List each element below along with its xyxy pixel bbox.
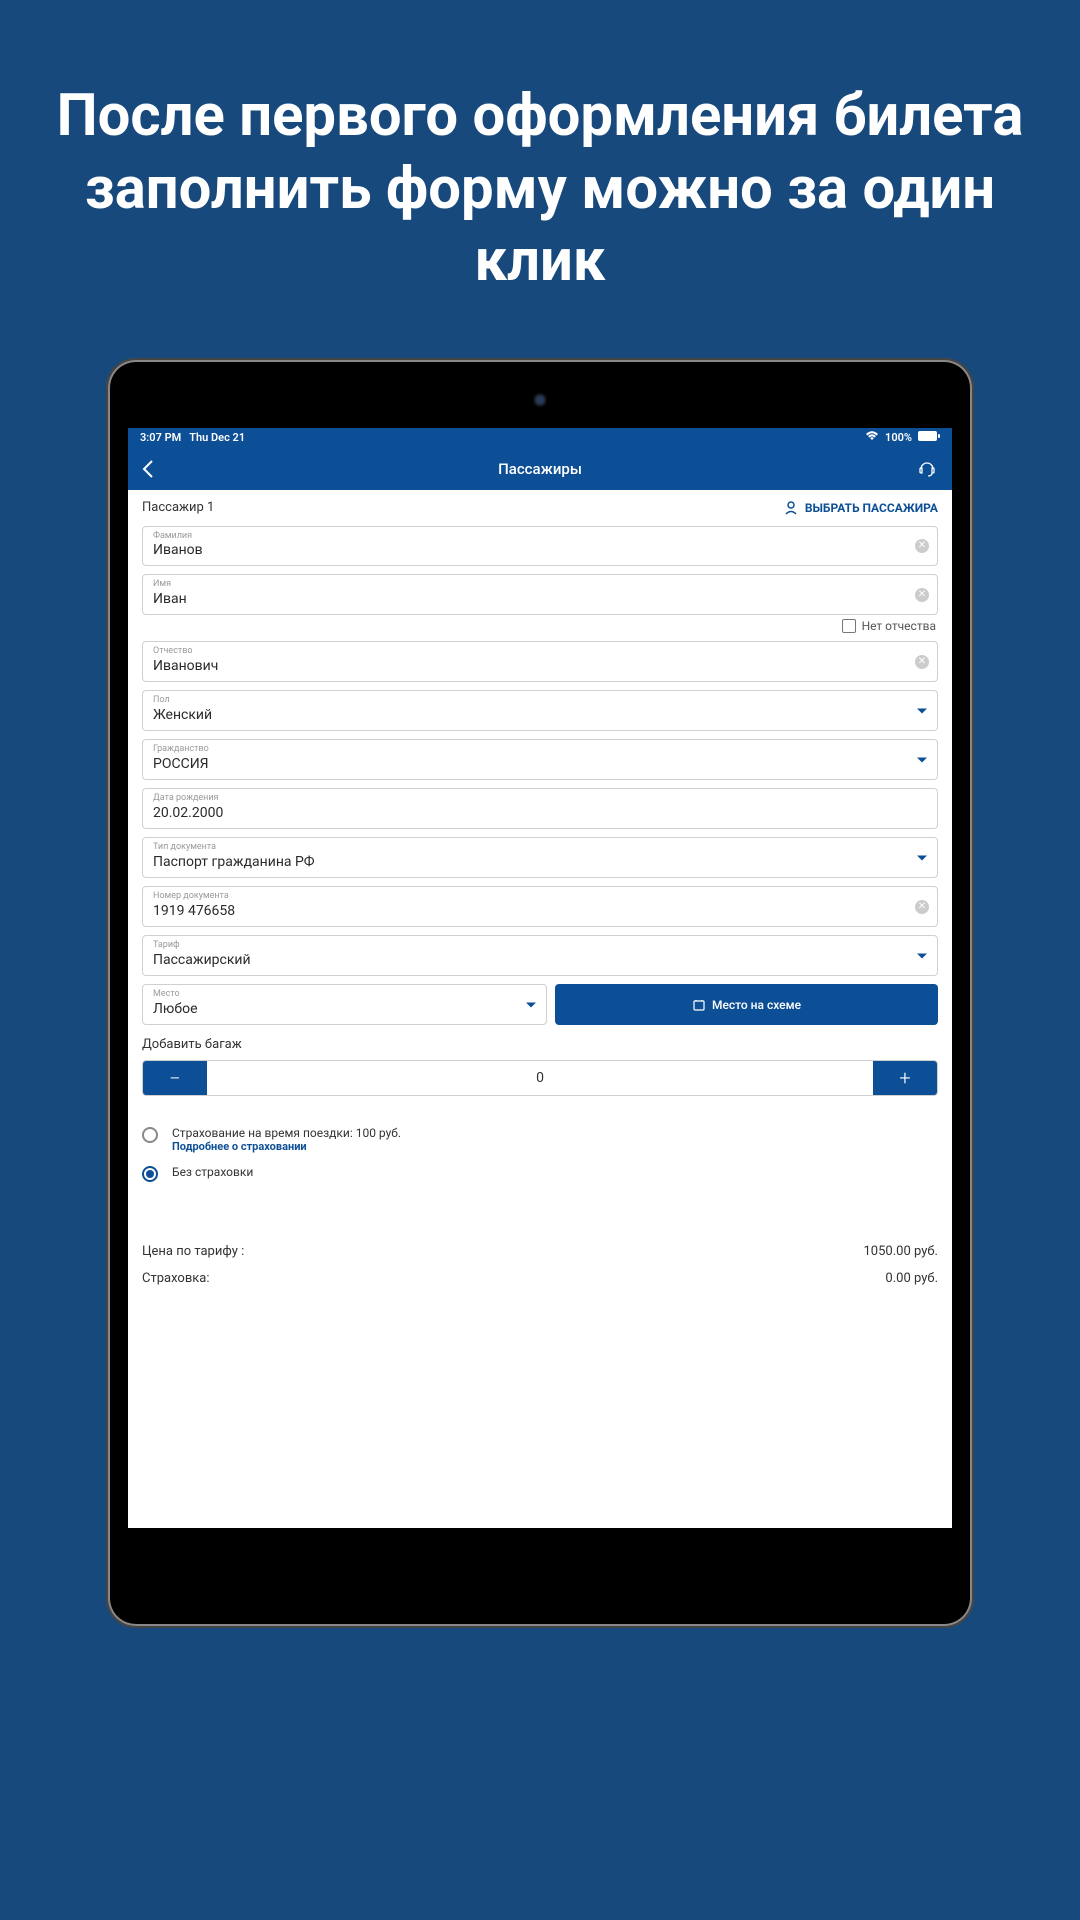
- tariff-price-label: Цена по тарифу :: [142, 1244, 244, 1259]
- surname-label: Фамилия: [153, 531, 927, 542]
- battery-percent: 100%: [885, 431, 912, 444]
- seat-value: Любое: [153, 1000, 536, 1018]
- insurance-with-content: Страхование на время поездки: 100 руб. П…: [172, 1126, 401, 1153]
- tariff-value: Пассажирский: [153, 951, 927, 969]
- patronymic-field[interactable]: Отчество Иванович ✕: [142, 641, 938, 682]
- citizenship-value: РОССИЯ: [153, 755, 927, 773]
- stepper-value: 0: [207, 1061, 873, 1095]
- passenger-label: Пассажир 1: [142, 500, 214, 515]
- navbar: Пассажиры: [128, 448, 952, 490]
- doctype-value: Паспорт гражданина РФ: [153, 853, 927, 871]
- no-patronymic-checkbox[interactable]: [842, 619, 856, 633]
- luggage-label: Добавить багаж: [142, 1037, 938, 1052]
- stepper-plus-button[interactable]: +: [873, 1061, 937, 1095]
- docnum-value: 1919 476658: [153, 902, 927, 920]
- select-passenger-button[interactable]: ВЫБРАТЬ ПАССАЖИРА: [783, 500, 938, 516]
- clear-icon[interactable]: ✕: [915, 539, 929, 553]
- clear-icon[interactable]: ✕: [915, 588, 929, 602]
- insurance-info-link[interactable]: Подробнее о страховании: [172, 1140, 401, 1153]
- seat-row: Место Любое Место на схеме: [142, 984, 938, 1025]
- section-header: Пассажир 1 ВЫБРАТЬ ПАССАЖИРА: [128, 490, 952, 526]
- support-icon[interactable]: [918, 459, 938, 479]
- tablet-frame: 3:07 PM Thu Dec 21 100% Пассажиры: [106, 358, 974, 1628]
- clear-icon[interactable]: ✕: [915, 655, 929, 669]
- tariff-price-row: Цена по тарифу : 1050.00 руб.: [142, 1238, 938, 1265]
- battery-icon: [918, 431, 940, 444]
- name-label: Имя: [153, 579, 927, 590]
- gender-value: Женский: [153, 706, 927, 724]
- tariff-price-value: 1050.00 руб.: [864, 1244, 939, 1259]
- chevron-down-icon: [917, 953, 927, 958]
- tariff-label: Тариф: [153, 940, 927, 951]
- form: Фамилия Иванов ✕ Имя Иван ✕ Нет отчества…: [128, 526, 952, 1293]
- insurance-with-option[interactable]: Страхование на время поездки: 100 руб. П…: [142, 1120, 938, 1159]
- seat-button-label: Место на схеме: [712, 998, 801, 1012]
- docnum-label: Номер документа: [153, 891, 927, 902]
- doctype-field[interactable]: Тип документа Паспорт гражданина РФ: [142, 837, 938, 878]
- chevron-down-icon: [917, 757, 927, 762]
- person-icon: [783, 500, 799, 516]
- surname-value: Иванов: [153, 541, 927, 559]
- select-passenger-label: ВЫБРАТЬ ПАССАЖИРА: [805, 501, 938, 515]
- insurance-without-label: Без страховки: [172, 1165, 253, 1179]
- insurance-with-label: Страхование на время поездки: 100 руб.: [172, 1126, 401, 1140]
- luggage-stepper: − 0 +: [142, 1060, 938, 1096]
- tablet-camera: [533, 393, 547, 407]
- docnum-field[interactable]: Номер документа 1919 476658 ✕: [142, 886, 938, 927]
- insurance-price-value: 0.00 руб.: [885, 1271, 938, 1286]
- insurance-price-row: Страховка: 0.00 руб.: [142, 1265, 938, 1292]
- no-patronymic-row[interactable]: Нет отчества: [144, 619, 936, 633]
- gender-field[interactable]: Пол Женский: [142, 690, 938, 731]
- promo-headline: После первого оформления билета заполнит…: [0, 0, 1080, 358]
- tariff-field[interactable]: Тариф Пассажирский: [142, 935, 938, 976]
- insurance-price-label: Страховка:: [142, 1271, 210, 1286]
- back-button[interactable]: [142, 459, 162, 479]
- status-date: Thu Dec 21: [189, 431, 245, 444]
- status-bar: 3:07 PM Thu Dec 21 100%: [128, 428, 952, 448]
- chevron-down-icon: [917, 855, 927, 860]
- name-field[interactable]: Имя Иван ✕: [142, 574, 938, 615]
- radio-checked[interactable]: [142, 1166, 158, 1182]
- birthdate-field[interactable]: Дата рождения 20.02.2000: [142, 788, 938, 829]
- price-block: Цена по тарифу : 1050.00 руб. Страховка:…: [142, 1238, 938, 1292]
- status-time: 3:07 PM: [140, 431, 181, 444]
- citizenship-field[interactable]: Гражданство РОССИЯ: [142, 739, 938, 780]
- clear-icon[interactable]: ✕: [915, 900, 929, 914]
- radio-unchecked[interactable]: [142, 1127, 158, 1143]
- no-patronymic-label: Нет отчества: [862, 619, 936, 633]
- name-value: Иван: [153, 590, 927, 608]
- status-left: 3:07 PM Thu Dec 21: [140, 431, 245, 444]
- seat-icon: [692, 998, 706, 1012]
- navbar-title: Пассажиры: [498, 460, 582, 478]
- citizenship-label: Гражданство: [153, 744, 927, 755]
- chevron-down-icon: [526, 1002, 536, 1007]
- patronymic-label: Отчество: [153, 646, 927, 657]
- birthdate-value: 20.02.2000: [153, 804, 927, 822]
- patronymic-value: Иванович: [153, 657, 927, 675]
- insurance-without-option[interactable]: Без страховки: [142, 1159, 938, 1188]
- seat-scheme-button[interactable]: Место на схеме: [555, 984, 938, 1025]
- stepper-minus-button[interactable]: −: [143, 1061, 207, 1095]
- surname-field[interactable]: Фамилия Иванов ✕: [142, 526, 938, 567]
- wifi-icon: [865, 431, 879, 444]
- gender-label: Пол: [153, 695, 927, 706]
- chevron-down-icon: [917, 708, 927, 713]
- seat-label: Место: [153, 989, 536, 1000]
- screen: 3:07 PM Thu Dec 21 100% Пассажиры: [128, 428, 952, 1528]
- doctype-label: Тип документа: [153, 842, 927, 853]
- status-right: 100%: [865, 431, 940, 444]
- seat-field[interactable]: Место Любое: [142, 984, 547, 1025]
- birthdate-label: Дата рождения: [153, 793, 927, 804]
